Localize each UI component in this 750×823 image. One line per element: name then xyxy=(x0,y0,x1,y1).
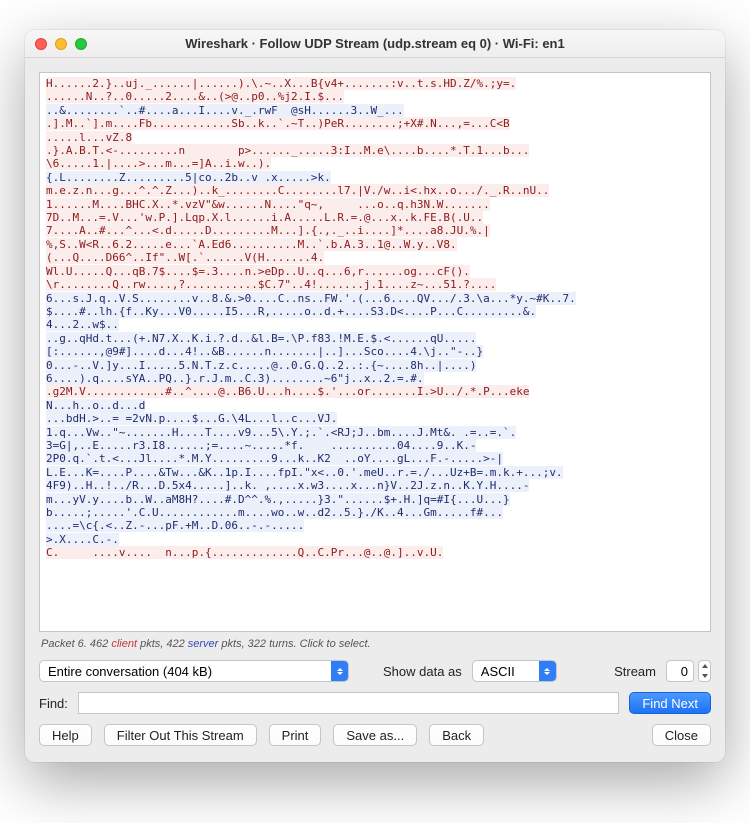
server-segment[interactable]: ...bdH.>..= =2vN.p....$...G.\4L...l..c..… xyxy=(46,412,337,425)
back-button[interactable]: Back xyxy=(429,724,484,746)
server-segment[interactable]: {.L........Z.........5|co..2b..v .x.....… xyxy=(46,171,331,184)
server-segment[interactable]: $....#..lh.{f..Ky...V0.....I5...R,.....o… xyxy=(46,305,536,318)
server-segment[interactable]: 6....).q....sYA..PQ..}.r.J.m..C.3)......… xyxy=(46,372,424,385)
server-segment[interactable]: 4...2..w$.. xyxy=(46,318,119,331)
stream-value[interactable] xyxy=(666,660,694,682)
server-segment[interactable]: 0...-..V.]y...I.....5.N.T.z.c.....@..0.G… xyxy=(46,359,476,372)
chevron-down-icon[interactable] xyxy=(699,671,710,681)
filter-out-button[interactable]: Filter Out This Stream xyxy=(104,724,257,746)
status-prefix: Packet 6. 462 xyxy=(41,638,111,650)
chevron-up-icon[interactable] xyxy=(699,661,710,671)
conversation-select[interactable]: Entire conversation (404 kB) xyxy=(39,660,349,682)
show-data-as-label: Show data as xyxy=(383,664,462,679)
find-input[interactable] xyxy=(78,692,619,714)
minimize-window-icon[interactable] xyxy=(55,38,67,50)
stream-text[interactable]: H......2.}..uj._......|......).\.~..X...… xyxy=(39,72,711,632)
server-segment[interactable]: 6...s.J.q..V.S........v..8.&.>0....C..ns… xyxy=(46,292,576,305)
status-line: Packet 6. 462 client pkts, 422 server pk… xyxy=(41,638,709,650)
client-segment[interactable]: .}.A.B.T.<-.........n p>......_.....3:I.… xyxy=(46,144,529,157)
find-next-button[interactable]: Find Next xyxy=(629,692,711,714)
server-segment[interactable]: ..g..qHd.t...(+.N7.X..K.i.?.d..&l.B=.\P.… xyxy=(46,332,476,345)
client-segment[interactable]: .g2M.V............#..^....@..B6.U...h...… xyxy=(46,385,529,398)
server-segment[interactable]: b.....;.....'.C.U............m....wo..w.… xyxy=(46,506,503,519)
window: Wireshark · Follow UDP Stream (udp.strea… xyxy=(25,30,725,762)
client-segment[interactable]: \r........Q..rw....,?...........$C.7"..4… xyxy=(46,278,496,291)
stepper-buttons[interactable] xyxy=(698,660,711,682)
close-button[interactable]: Close xyxy=(652,724,711,746)
find-label: Find: xyxy=(39,696,68,711)
client-segment[interactable]: 7D..M...=.V...'w.P.].Lqp.X.l......i.A...… xyxy=(46,211,483,224)
client-segment[interactable]: ......N..?..0.....2....&..(>@..p0..%j2.I… xyxy=(46,90,344,103)
client-segment[interactable]: %,S..W<R..6.2.....e...`A.Ed6..........M.… xyxy=(46,238,457,251)
zoom-window-icon[interactable] xyxy=(75,38,87,50)
client-segment[interactable]: C. ....v.... n...p.{.............Q..C.Pr… xyxy=(46,546,443,559)
status-server-word: server xyxy=(188,638,219,650)
status-mid: pkts, 422 xyxy=(137,638,188,650)
server-segment[interactable]: [:......,@9#]....d...4!..&B......n......… xyxy=(46,345,483,358)
titlebar: Wireshark · Follow UDP Stream (udp.strea… xyxy=(25,30,725,58)
server-segment[interactable]: 3=G|,..E.....r3.I8......;=....~.....*f. … xyxy=(46,439,476,452)
server-segment[interactable]: 2P0.q.`.t.<...Jl....*.M.Y.........9...k.… xyxy=(46,452,503,465)
client-segment[interactable]: m.e.z.n...g...^.^.Z...)..k_........C....… xyxy=(46,184,549,197)
client-segment[interactable]: H......2.}..uj._......|......).\.~..X...… xyxy=(46,77,516,90)
window-title: Wireshark · Follow UDP Stream (udp.strea… xyxy=(35,36,715,51)
stream-stepper[interactable] xyxy=(666,660,711,682)
client-segment[interactable]: .....l...vZ.8 xyxy=(46,131,132,144)
server-segment[interactable]: 1.q...Vw.."~.......H....T....v9...5\.Y.;… xyxy=(46,426,516,439)
status-client-word: client xyxy=(111,638,137,650)
save-as-button[interactable]: Save as... xyxy=(333,724,417,746)
server-segment[interactable]: >.X....C.-. xyxy=(46,533,119,546)
status-suffix: pkts, 322 turns. Click to select. xyxy=(218,638,370,650)
server-segment[interactable]: L.E...K=....P....&Tw...&K..1p.I....fpI."… xyxy=(46,466,563,479)
server-segment[interactable]: m...yV.y....b..W..aM8H?....#.D^^.%.,....… xyxy=(46,493,510,506)
server-segment[interactable]: 4F9)..H..!../R...D.5x4.....]..k. ,....x.… xyxy=(46,479,529,492)
client-segment[interactable]: .].M..`].m....Fb............Sb..k..`.~T.… xyxy=(46,117,510,130)
client-segment[interactable]: 1......M....BHC.X..*.vzV"&w......N...."q… xyxy=(46,198,490,211)
print-button[interactable]: Print xyxy=(269,724,322,746)
traffic-lights xyxy=(35,38,87,50)
client-segment[interactable]: Wl.U.....Q...qB.7$....$=.3....n.>eDp..U.… xyxy=(46,265,470,278)
server-segment[interactable]: N...h..o..d...d xyxy=(46,399,145,412)
client-segment[interactable]: \6.....1.|....>...m...=]A..i.w..). xyxy=(46,157,271,170)
format-select[interactable]: ASCII xyxy=(472,660,557,682)
server-segment[interactable]: ....=\c{.<..Z.-...pF.+M..D.06..-.-..... xyxy=(46,519,304,532)
client-segment[interactable]: (...Q....D66^..If"..W[.`......V(H.......… xyxy=(46,251,324,264)
close-window-icon[interactable] xyxy=(35,38,47,50)
client-segment[interactable]: 7....A..#...^...<.d.....D.........M...].… xyxy=(46,224,490,237)
help-button[interactable]: Help xyxy=(39,724,92,746)
content: H......2.}..uj._......|......).\.~..X...… xyxy=(25,58,725,762)
stream-label: Stream xyxy=(614,664,656,679)
server-segment[interactable]: ..&........`..#....a...I....v._.rwF @sH.… xyxy=(46,104,404,117)
